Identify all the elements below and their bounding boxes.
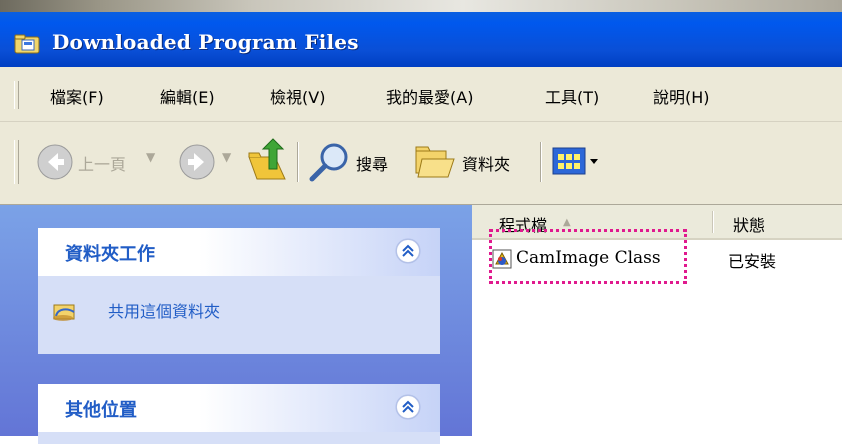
- top-window-strip: [0, 0, 842, 12]
- search-icon: [309, 143, 348, 182]
- other-places-group: 其他位置: [38, 384, 440, 444]
- other-places-header[interactable]: 其他位置: [38, 384, 440, 432]
- column-header-status[interactable]: 狀態: [733, 212, 765, 236]
- task-pane: 資料夾工作 共用這個資料夾 其他位置: [0, 205, 472, 444]
- window-title: Downloaded Program Files: [52, 30, 359, 54]
- menu-file[interactable]: 檔案(F): [50, 84, 104, 108]
- other-places-title: 其他位置: [65, 400, 137, 421]
- menu-tools[interactable]: 工具(T): [545, 84, 599, 108]
- back-button[interactable]: [36, 143, 74, 185]
- file-status: 已安裝: [728, 252, 777, 271]
- folders-icon: [415, 146, 455, 178]
- menu-help[interactable]: 說明(H): [653, 84, 710, 108]
- collapse-chevron-icon[interactable]: [396, 239, 420, 263]
- toolbar: 上一頁 ▼ ▼ 搜尋 資料夾: [0, 122, 842, 205]
- search-button[interactable]: [307, 140, 353, 188]
- up-folder-icon: [248, 138, 286, 180]
- share-folder-link[interactable]: 共用這個資料夾: [108, 298, 220, 322]
- up-folder-button[interactable]: [245, 137, 291, 187]
- menu-bar: 檔案(F) 編輯(E) 檢視(V) 我的最愛(A) 工具(T) 說明(H): [0, 67, 842, 122]
- folders-button[interactable]: [412, 141, 456, 185]
- menu-view[interactable]: 檢視(V): [270, 84, 325, 108]
- column-separator[interactable]: [712, 211, 714, 233]
- folder-tasks-header[interactable]: 資料夾工作: [38, 228, 440, 276]
- toolbar-separator: [297, 142, 299, 182]
- sort-arrow-icon: ▲: [563, 217, 571, 228]
- folder-tasks-group: 資料夾工作 共用這個資料夾: [38, 228, 440, 354]
- forward-arrow-icon: [179, 144, 215, 180]
- folder-tasks-title: 資料夾工作: [65, 244, 155, 265]
- folder-icon: [14, 33, 42, 55]
- folders-label[interactable]: 資料夾: [462, 151, 510, 175]
- toolbar-grip[interactable]: [14, 140, 19, 184]
- toolbar-separator-2: [540, 142, 542, 182]
- back-arrow-icon: [37, 144, 73, 180]
- menu-edit[interactable]: 編輯(E): [160, 84, 215, 108]
- title-bar[interactable]: Downloaded Program Files: [0, 12, 842, 67]
- menu-favorites[interactable]: 我的最愛(A): [386, 84, 473, 108]
- views-icon: [552, 147, 598, 175]
- forward-button[interactable]: [178, 143, 216, 185]
- collapse-chevron-icon[interactable]: [396, 395, 420, 419]
- share-folder-icon: [52, 300, 78, 326]
- highlight-annotation: [489, 229, 687, 284]
- back-label[interactable]: 上一頁: [78, 151, 126, 175]
- search-label[interactable]: 搜尋: [356, 151, 388, 175]
- forward-dropdown-icon[interactable]: ▼: [222, 150, 231, 164]
- views-button[interactable]: [552, 146, 600, 182]
- menu-grip[interactable]: [14, 81, 19, 109]
- back-dropdown-icon[interactable]: ▼: [146, 150, 155, 164]
